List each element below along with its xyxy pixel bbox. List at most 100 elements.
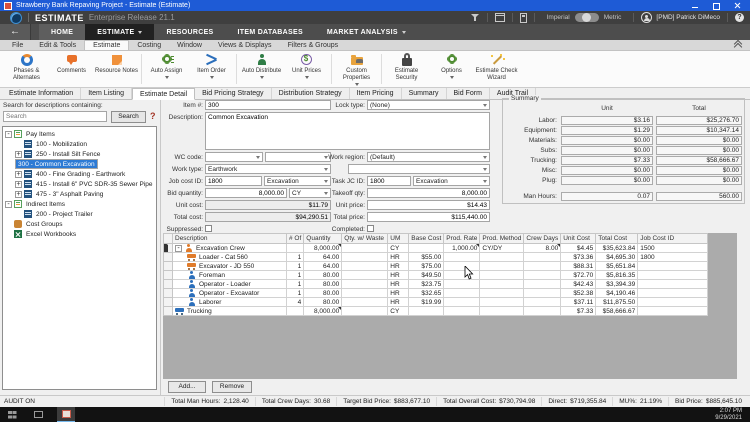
cell-um[interactable]: HR — [388, 280, 409, 289]
cell-prod-method[interactable] — [480, 280, 524, 289]
row-indicator[interactable] — [164, 262, 173, 271]
ribbon-tab-window[interactable]: Window — [169, 40, 210, 50]
cell-um[interactable]: CY — [388, 307, 409, 316]
cell-total-cost[interactable]: $4,695.30 — [596, 253, 638, 262]
cell-um[interactable]: HR — [388, 253, 409, 262]
tree-expander-icon[interactable]: + — [15, 171, 22, 178]
add-button[interactable]: Add... — [168, 381, 206, 393]
unit-price-field[interactable] — [367, 200, 490, 210]
cell-um[interactable]: HR — [388, 271, 409, 280]
column-header-base-cost[interactable]: Base Cost — [409, 234, 444, 244]
ribbon-tab-edit-tools[interactable]: Edit & Tools — [31, 40, 84, 50]
column-header-description[interactable]: Description — [173, 234, 287, 244]
cell-job-cost-id[interactable] — [638, 298, 708, 307]
calendar-icon[interactable] — [495, 13, 505, 22]
cell-qty-waste[interactable] — [342, 271, 388, 280]
task-view-icon[interactable] — [34, 411, 43, 418]
search-button[interactable]: Search — [111, 111, 146, 123]
toolbar-button-resource-notes[interactable]: Resource Notes — [94, 51, 139, 87]
cell-qty-waste[interactable] — [342, 253, 388, 262]
cell-um[interactable]: HR — [388, 262, 409, 271]
cell-num-of[interactable]: 1 — [287, 280, 304, 289]
cell-base-cost[interactable]: $49.50 — [409, 271, 444, 280]
cell-description[interactable]: Foreman — [173, 271, 287, 280]
back-button[interactable]: ← — [0, 24, 31, 40]
cell-total-cost[interactable]: $5,651.84 — [596, 262, 638, 271]
column-header-prod-rate[interactable]: Prod. Rate — [444, 234, 480, 244]
cell-base-cost[interactable]: $19.99 — [409, 298, 444, 307]
description-field[interactable]: Common Excavation — [205, 112, 490, 150]
cell-crew-days[interactable] — [524, 253, 561, 262]
cell-prod-rate[interactable] — [444, 253, 480, 262]
cell-qty-waste[interactable] — [342, 307, 388, 316]
cell-total-cost[interactable]: $5,816.35 — [596, 271, 638, 280]
cell-unit-cost[interactable]: $52.38 — [561, 289, 596, 298]
task-jc-id-field[interactable] — [367, 176, 411, 186]
cell-description[interactable]: Loader - Cat 560 — [173, 253, 287, 262]
help-icon[interactable]: ? — [735, 13, 744, 22]
row-indicator[interactable] — [164, 244, 173, 253]
cell-prod-method[interactable] — [480, 262, 524, 271]
toolbar-button-estimate-security[interactable]: Estimate Security — [384, 51, 429, 87]
ribbon-tab-costing[interactable]: Costing — [129, 40, 169, 50]
cell-prod-method[interactable]: CY/DY — [480, 244, 524, 253]
cell-base-cost[interactable]: $55.00 — [409, 253, 444, 262]
task-jc-desc-select[interactable]: Excavation — [413, 176, 490, 186]
column-header-of[interactable]: # Of — [287, 234, 304, 244]
toolbar-button-estimate-check-wizard[interactable]: Estimate Check Wizard — [474, 51, 519, 87]
cell-qty-waste[interactable] — [342, 262, 388, 271]
ribbon-tab-views-displays[interactable]: Views & Displays — [210, 40, 280, 50]
column-header-crew-days[interactable]: Crew Days — [524, 234, 561, 244]
cell-num-of[interactable] — [287, 244, 304, 253]
cell-job-cost-id[interactable] — [638, 280, 708, 289]
toolbar-button-unit-prices[interactable]: Unit Prices — [284, 51, 329, 87]
cell-crew-days[interactable] — [524, 307, 561, 316]
cell-qty-waste[interactable] — [342, 289, 388, 298]
item-number-field[interactable] — [205, 100, 331, 110]
toolbar-button-auto-distribute[interactable]: Auto Distribute — [239, 51, 284, 87]
ribbon-tab-filters-groups[interactable]: Filters & Groups — [280, 40, 347, 50]
cell-crew-days[interactable]: 8.00 — [524, 244, 561, 253]
cell-total-cost[interactable]: $11,875.50 — [596, 298, 638, 307]
cell-prod-rate[interactable] — [444, 289, 480, 298]
tree-item-250-install-silt-fence[interactable]: +250 - Install Silt Fence — [3, 149, 156, 159]
tree-expander-icon[interactable]: - — [5, 131, 12, 138]
subtab-summary[interactable]: Summary — [402, 88, 447, 99]
tree-item-200-project-trailer[interactable]: 200 - Project Trailer — [3, 209, 156, 219]
cell-prod-method[interactable] — [480, 253, 524, 262]
tree-item-400-fine-grading-earthwork[interactable]: +400 - Fine Grading - Earthwork — [3, 169, 156, 179]
cell-num-of[interactable] — [287, 307, 304, 316]
cell-quantity[interactable]: 64.00 — [304, 262, 342, 271]
cell-total-cost[interactable]: $58,666.67 — [596, 307, 638, 316]
work-type-select[interactable]: Earthwork — [205, 164, 331, 174]
cell-quantity[interactable]: 80.00 — [304, 289, 342, 298]
cell-job-cost-id[interactable]: 1800 — [638, 253, 708, 262]
suppressed-checkbox[interactable] — [205, 225, 212, 232]
tree-item-indirect-items[interactable]: -Indirect Items — [3, 199, 156, 209]
bid-quantity-field[interactable] — [205, 188, 287, 198]
cell-total-cost[interactable]: $35,623.84 — [596, 244, 638, 253]
cell-crew-days[interactable] — [524, 289, 561, 298]
cell-unit-cost[interactable]: $88.31 — [561, 262, 596, 271]
cell-quantity[interactable]: 8,000.00 — [304, 244, 342, 253]
minimize-icon[interactable] — [691, 2, 700, 10]
cell-base-cost[interactable] — [409, 307, 444, 316]
cell-job-cost-id[interactable] — [638, 289, 708, 298]
job-cost-id-field[interactable] — [205, 176, 262, 186]
cell-num-of[interactable]: 1 — [287, 271, 304, 280]
row-indicator[interactable] — [164, 280, 173, 289]
cell-unit-cost[interactable]: $37.11 — [561, 298, 596, 307]
nav-item-market-analysis[interactable]: MARKET ANALYSIS — [315, 24, 418, 40]
cell-job-cost-id[interactable] — [638, 307, 708, 316]
cell-um[interactable]: HR — [388, 298, 409, 307]
tree-item-415-install-6-pvc-sdr-35-sewer-pipe[interactable]: +415 - Install 6" PVC SDR-35 Sewer Pipe — [3, 179, 156, 189]
calculator-icon[interactable] — [520, 13, 527, 23]
filter-icon[interactable] — [471, 13, 480, 22]
search-help-icon[interactable]: ? — [150, 111, 156, 122]
cell-job-cost-id[interactable] — [638, 271, 708, 280]
tree-item-excel-workbooks[interactable]: Excel Workbooks — [3, 229, 156, 239]
cell-prod-method[interactable] — [480, 298, 524, 307]
cell-base-cost[interactable]: $75.00 — [409, 262, 444, 271]
close-icon[interactable] — [733, 2, 742, 10]
cell-prod-rate[interactable] — [444, 307, 480, 316]
